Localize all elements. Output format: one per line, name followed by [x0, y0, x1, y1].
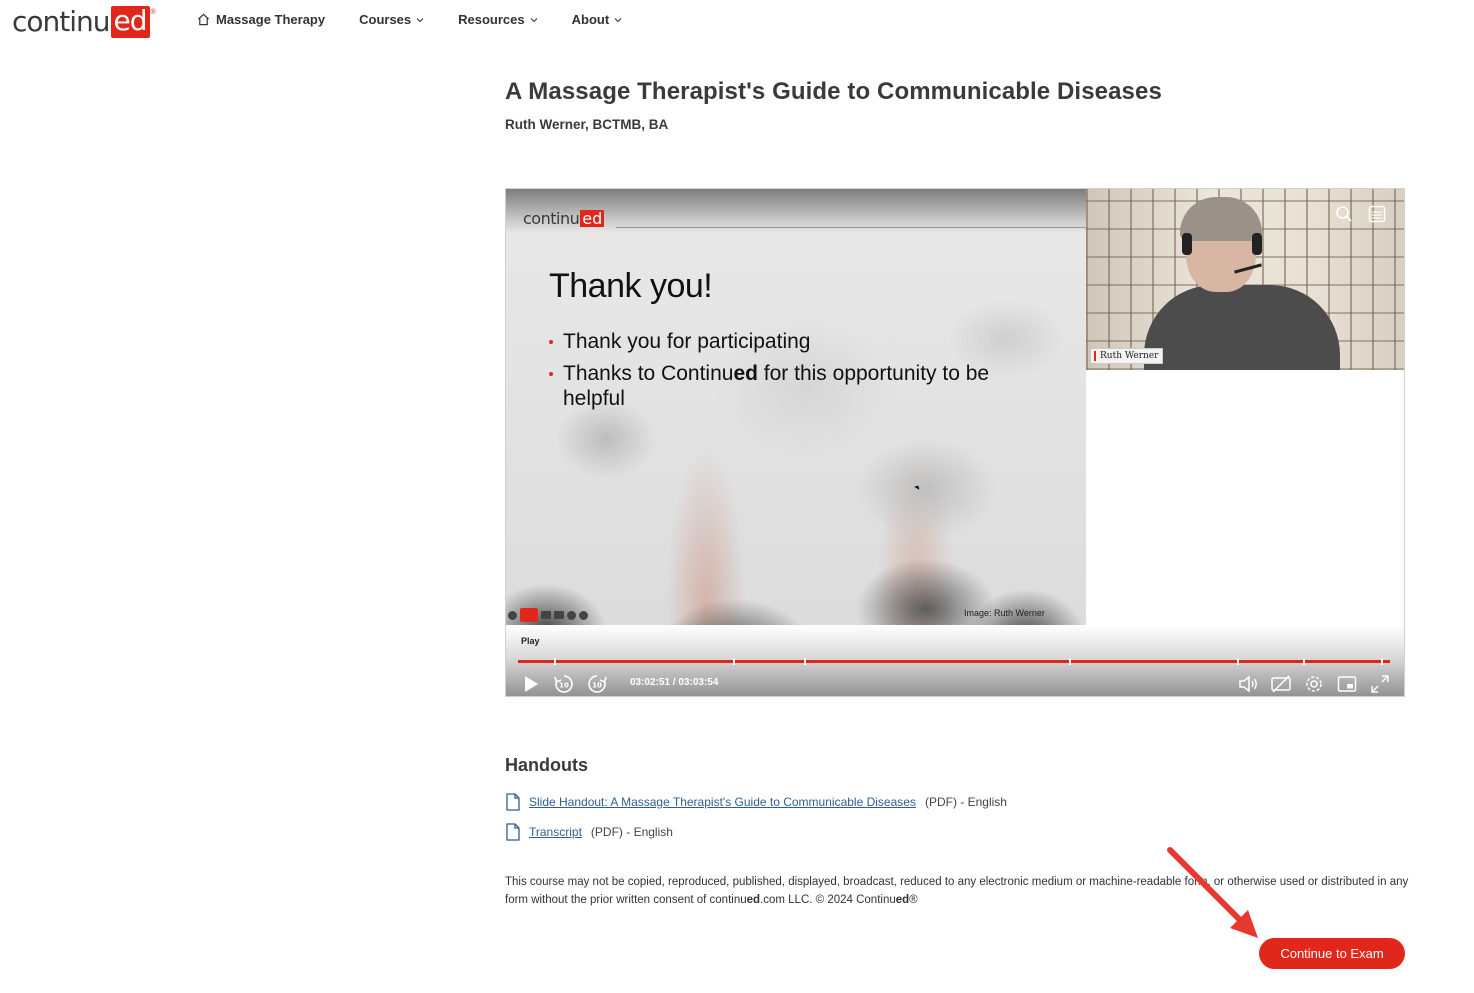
slide-next-icon[interactable] — [579, 610, 588, 620]
svg-text:10: 10 — [559, 682, 569, 690]
page-title: A Massage Therapist's Guide to Communica… — [505, 78, 1162, 105]
picture-in-picture-icon[interactable] — [1336, 673, 1358, 695]
slide-bullet: Thank you for participating — [549, 329, 1049, 354]
logo-ed: ed — [110, 6, 150, 38]
more-icon[interactable] — [567, 610, 576, 620]
nav-label: Resources — [458, 12, 525, 27]
play-icon[interactable] — [520, 673, 542, 695]
sidebar-panel-icon[interactable] — [1367, 204, 1387, 224]
progress-track[interactable] — [518, 660, 1390, 663]
time-display: 03:02:51 / 03:03:54 — [630, 677, 719, 688]
nav-courses[interactable]: Courses — [359, 12, 424, 27]
chapter-marker — [1237, 658, 1239, 665]
handouts-heading: Handouts — [505, 755, 588, 775]
document-icon — [506, 793, 520, 811]
camera-off-icon[interactable] — [554, 611, 564, 619]
slide-bullet: Thanks to Continued for this opportunity… — [549, 361, 1049, 411]
slide-divider — [616, 227, 1086, 228]
continued-logo[interactable]: continu ed ® — [12, 5, 156, 39]
home-icon — [197, 13, 210, 26]
legal-text: This course may not be copied, reproduce… — [505, 876, 1409, 906]
captions-icon[interactable] — [541, 611, 551, 619]
settings-gear-icon[interactable] — [1303, 673, 1325, 695]
nav-massage-therapy[interactable]: Massage Therapy — [197, 12, 325, 27]
fullscreen-icon[interactable] — [1369, 673, 1391, 695]
handout-item: Transcript (PDF) - English — [505, 823, 673, 841]
legal-text-bold: ed — [746, 894, 761, 906]
nav-label: About — [571, 12, 610, 27]
player-control-bar: Play 10 10 03:02:51 / 03:03:54 — [506, 625, 1404, 696]
slide-nav-controls — [508, 608, 588, 622]
chevron-down-icon — [614, 17, 622, 22]
bullet-text: Thanks to Continu — [563, 362, 734, 385]
presenter-name-tag: Ruth Werner — [1090, 348, 1164, 364]
handout-item: Slide Handout: A Massage Therapist's Gui… — [505, 793, 1007, 811]
rewind-10-icon[interactable]: 10 — [553, 673, 575, 695]
legal-text-bold: ed — [895, 894, 910, 906]
bullet-dot-icon — [549, 340, 553, 344]
slide-logo: continu ed — [523, 209, 605, 228]
mouse-cursor-icon — [914, 484, 921, 490]
document-icon — [506, 823, 520, 841]
search-icon[interactable] — [1334, 204, 1354, 224]
slide-logo-text: continu — [523, 209, 580, 228]
svg-text:10: 10 — [592, 682, 602, 690]
slide-zoom-icon[interactable] — [520, 608, 538, 622]
chevron-down-icon — [416, 17, 424, 22]
presenter-body — [1144, 285, 1340, 370]
play-tooltip: Play — [521, 636, 540, 646]
nav-label: Massage Therapy — [216, 12, 326, 27]
nav-label: Courses — [359, 12, 412, 27]
chapter-marker — [804, 658, 806, 665]
chevron-down-icon — [530, 17, 538, 22]
chapter-marker — [733, 658, 735, 665]
chapter-marker — [1069, 658, 1071, 665]
nav-about[interactable]: About — [572, 12, 623, 27]
headset-icon — [1182, 233, 1192, 255]
chapter-marker — [1381, 658, 1383, 665]
legal-text: .com LLC. © 2024 Continu — [760, 894, 896, 906]
bullet-text: Thank you for participating — [563, 330, 811, 353]
slide-heading: Thank you! — [549, 267, 713, 305]
image-credit: Image: Ruth Werner — [964, 608, 1045, 618]
video-player[interactable]: continu ed Thank you! Thank you for part… — [505, 188, 1405, 697]
captions-off-icon[interactable] — [1270, 673, 1292, 695]
presenter-webcam: Ruth Werner — [1086, 189, 1404, 370]
presentation-slide: continu ed Thank you! Thank you for part… — [506, 189, 1086, 625]
copyright-notice: This course may not be copied, reproduce… — [505, 873, 1410, 909]
continue-to-exam-button[interactable]: Continue to Exam — [1259, 938, 1405, 969]
slide-bullets: Thank you for participating Thanks to Co… — [549, 329, 1049, 418]
chapter-marker — [1303, 658, 1305, 665]
forward-10-icon[interactable]: 10 — [586, 673, 608, 695]
site-header: continu ed ® Massage Therapy Courses Res… — [0, 0, 1474, 44]
main-nav: Massage Therapy Courses Resources About — [197, 12, 656, 27]
red-arrow-annotation-icon — [1167, 847, 1258, 938]
headset-icon — [1252, 233, 1262, 255]
slide-logo-ed: ed — [580, 209, 605, 228]
logo-text: continu — [12, 5, 111, 38]
nav-resources[interactable]: Resources — [458, 12, 538, 27]
bullet-text-bold: ed — [733, 362, 758, 385]
handout-meta: (PDF) - English — [924, 795, 1007, 809]
transcript-link[interactable]: Transcript — [529, 825, 582, 839]
slide-handout-link[interactable]: Slide Handout: A Massage Therapist's Gui… — [529, 795, 916, 809]
presenter-hair — [1180, 197, 1262, 241]
legal-text: ® — [909, 894, 918, 906]
handout-meta: (PDF) - English — [590, 825, 673, 839]
bullet-dot-icon — [549, 372, 553, 376]
slide-prev-icon[interactable] — [508, 610, 517, 620]
volume-icon[interactable] — [1237, 673, 1259, 695]
logo-registered: ® — [150, 9, 156, 16]
course-author: Ruth Werner, BCTMB, BA — [505, 117, 669, 132]
chapter-marker — [554, 658, 556, 665]
